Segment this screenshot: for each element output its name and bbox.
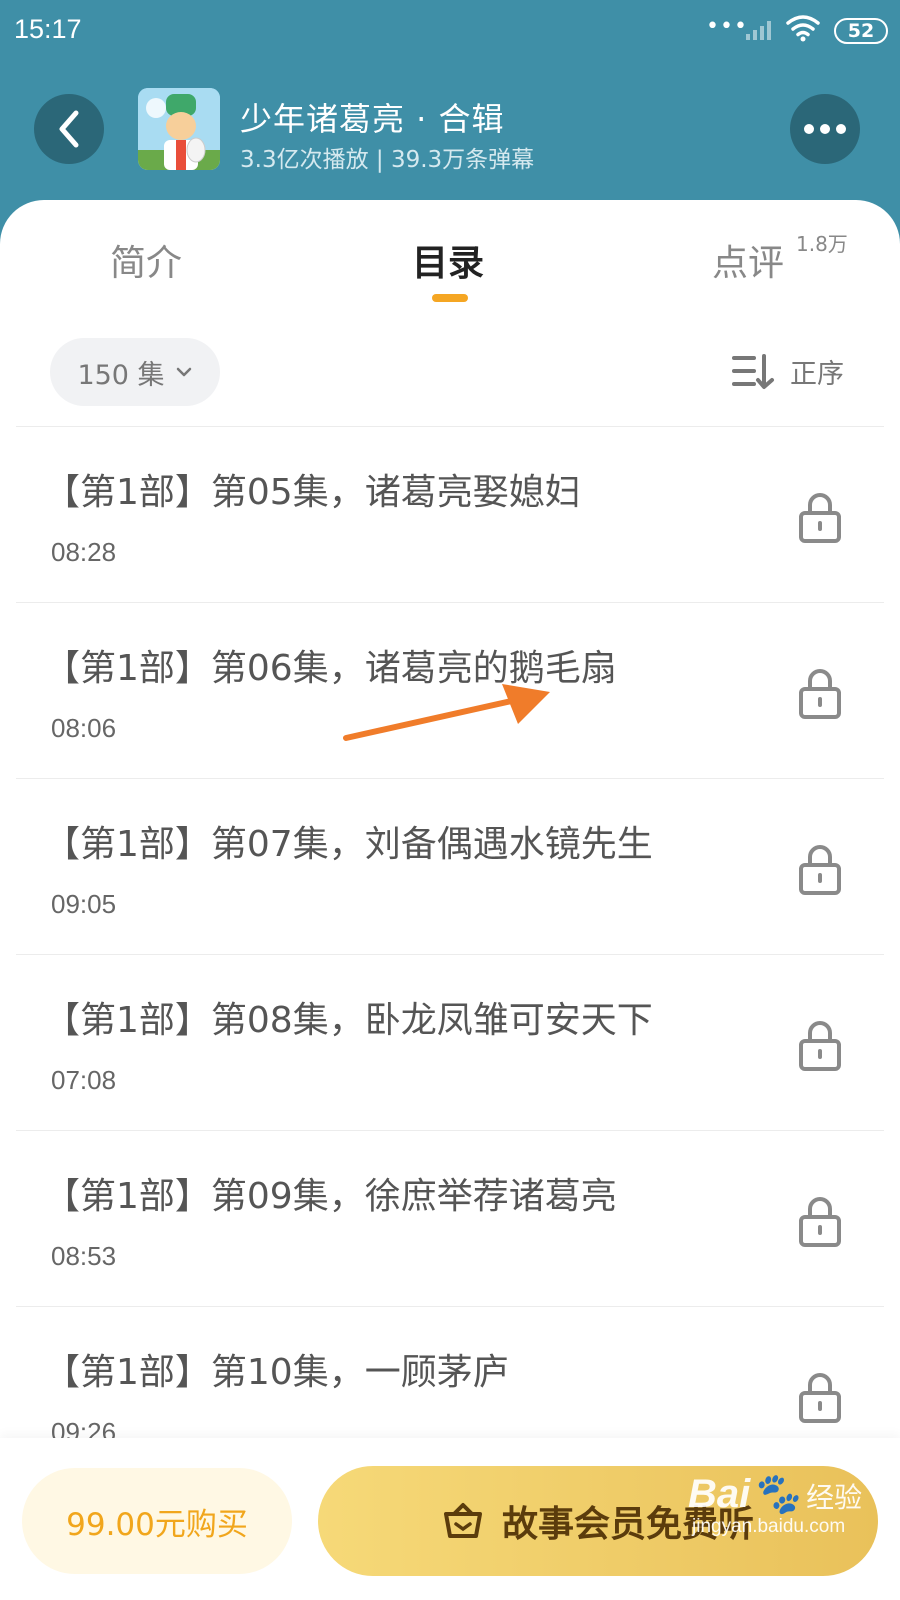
vip-crown-basket-icon (443, 1503, 482, 1538)
buy-button[interactable]: 99.00元购买 (22, 1468, 292, 1574)
album-cover-image[interactable] (138, 88, 220, 170)
watermark-logo: Bai🐾 经验 jingyan.baidu.com (688, 1472, 863, 1537)
album-stats: 3.3亿次播放 | 39.3万条弹幕 (240, 147, 535, 173)
episode-duration: 08:06 (51, 713, 117, 743)
episode-row[interactable]: 【第1部】第05集，诸葛亮娶媳妇 08:28 (16, 427, 884, 603)
watermark-url: jingyan.baidu.com (692, 1516, 846, 1537)
episode-duration: 08:28 (51, 537, 117, 567)
content-card: 简介 目录 点评 1.8万 150 集 正序 【第1部】第05集，诸葛亮娶媳妇 … (0, 200, 900, 1600)
episode-duration: 07:08 (51, 1065, 117, 1095)
status-bar: 15:17 ••• 52 (0, 0, 900, 62)
tab-catalog[interactable]: 目录 (412, 234, 484, 286)
tab-review[interactable]: 点评 (712, 234, 784, 286)
lock-icon (799, 493, 841, 543)
signal-icon (744, 18, 776, 49)
tab-intro[interactable]: 简介 (110, 234, 182, 286)
episode-range-dropdown[interactable]: 150 集 (50, 338, 220, 406)
more-dots-status-icon: ••• (706, 14, 748, 39)
episode-row[interactable]: 【第1部】第09集，徐庶举荐诸葛亮 08:53 (16, 1131, 884, 1307)
active-tab-indicator (432, 294, 468, 302)
lock-icon (799, 1373, 841, 1423)
sort-icon (732, 354, 774, 389)
episode-title: 【第1部】第07集，刘备偶遇水镜先生 (44, 824, 653, 865)
episode-title: 【第1部】第05集，诸葛亮娶媳妇 (44, 472, 581, 513)
annotation-arrow-icon (343, 684, 550, 741)
status-time: 15:17 (14, 14, 82, 44)
album-header: 少年诸葛亮 · 合辑 3.3亿次播放 | 39.3万条弹幕 (0, 62, 900, 202)
episode-title: 【第1部】第10集，一顾茅庐 (44, 1352, 509, 1393)
episode-row[interactable]: 【第1部】第07集，刘备偶遇水镜先生 09:05 (16, 779, 884, 955)
lock-icon (799, 845, 841, 895)
episode-count-label: 150 集 (77, 359, 165, 391)
sort-toggle[interactable]: 正序 (730, 346, 844, 396)
episode-row[interactable]: 【第1部】第08集，卧龙凤雏可安天下 07:08 (16, 955, 884, 1131)
review-count-badge: 1.8万 (796, 232, 848, 256)
episode-duration: 09:05 (51, 889, 117, 919)
chevron-down-icon (176, 367, 191, 377)
wifi-icon (786, 14, 820, 49)
back-button[interactable] (34, 94, 104, 164)
battery-icon: 52 (834, 18, 888, 44)
lock-icon (799, 1021, 841, 1071)
chevron-left-icon (59, 110, 79, 148)
episode-title: 【第1部】第09集，徐庶举荐诸葛亮 (44, 1176, 617, 1217)
lock-icon (799, 1197, 841, 1247)
sort-label: 正序 (790, 358, 844, 390)
more-dots-icon (804, 124, 846, 134)
album-title: 少年诸葛亮 · 合辑 (240, 100, 505, 138)
more-button[interactable] (790, 94, 860, 164)
episode-list: 【第1部】第05集，诸葛亮娶媳妇 08:28 【第1部】第06集，诸葛亮的鹅毛扇… (0, 427, 900, 1483)
episode-duration: 08:53 (51, 1241, 117, 1271)
lock-icon (799, 669, 841, 719)
tab-bar: 简介 目录 点评 1.8万 (0, 200, 900, 310)
episode-title: 【第1部】第08集，卧龙凤雏可安天下 (44, 1000, 653, 1041)
